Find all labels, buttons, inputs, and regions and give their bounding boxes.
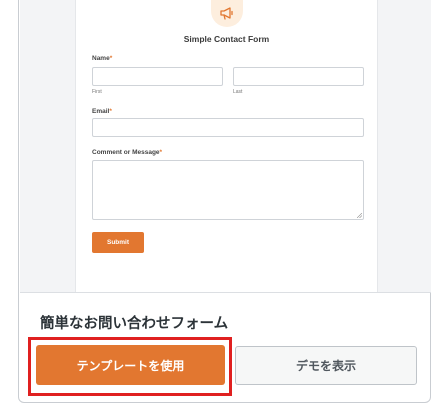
megaphone-icon — [211, 0, 243, 27]
first-name-field[interactable] — [92, 67, 223, 86]
resize-grip-icon[interactable] — [357, 213, 362, 218]
form-preview-sheet: Simple Contact Form Name* First Last Ema… — [75, 0, 378, 292]
use-template-button[interactable]: テンプレートを使用 — [36, 345, 225, 385]
comment-label: Comment or Message* — [92, 149, 163, 156]
email-field[interactable] — [92, 118, 364, 137]
last-name-field[interactable] — [233, 67, 364, 86]
template-name: 簡単なお問い合わせフォーム — [40, 316, 229, 332]
view-demo-button[interactable]: デモを表示 — [235, 346, 417, 385]
submit-button[interactable]: Submit — [92, 232, 144, 253]
last-sublabel: Last — [233, 89, 243, 95]
template-preview: Simple Contact Form Name* First Last Ema… — [20, 0, 431, 293]
name-label: Name* — [92, 55, 113, 62]
first-sublabel: First — [92, 89, 102, 95]
form-title: Simple Contact Form — [183, 34, 270, 44]
comment-textarea[interactable] — [92, 160, 364, 220]
email-label: Email* — [92, 108, 112, 115]
